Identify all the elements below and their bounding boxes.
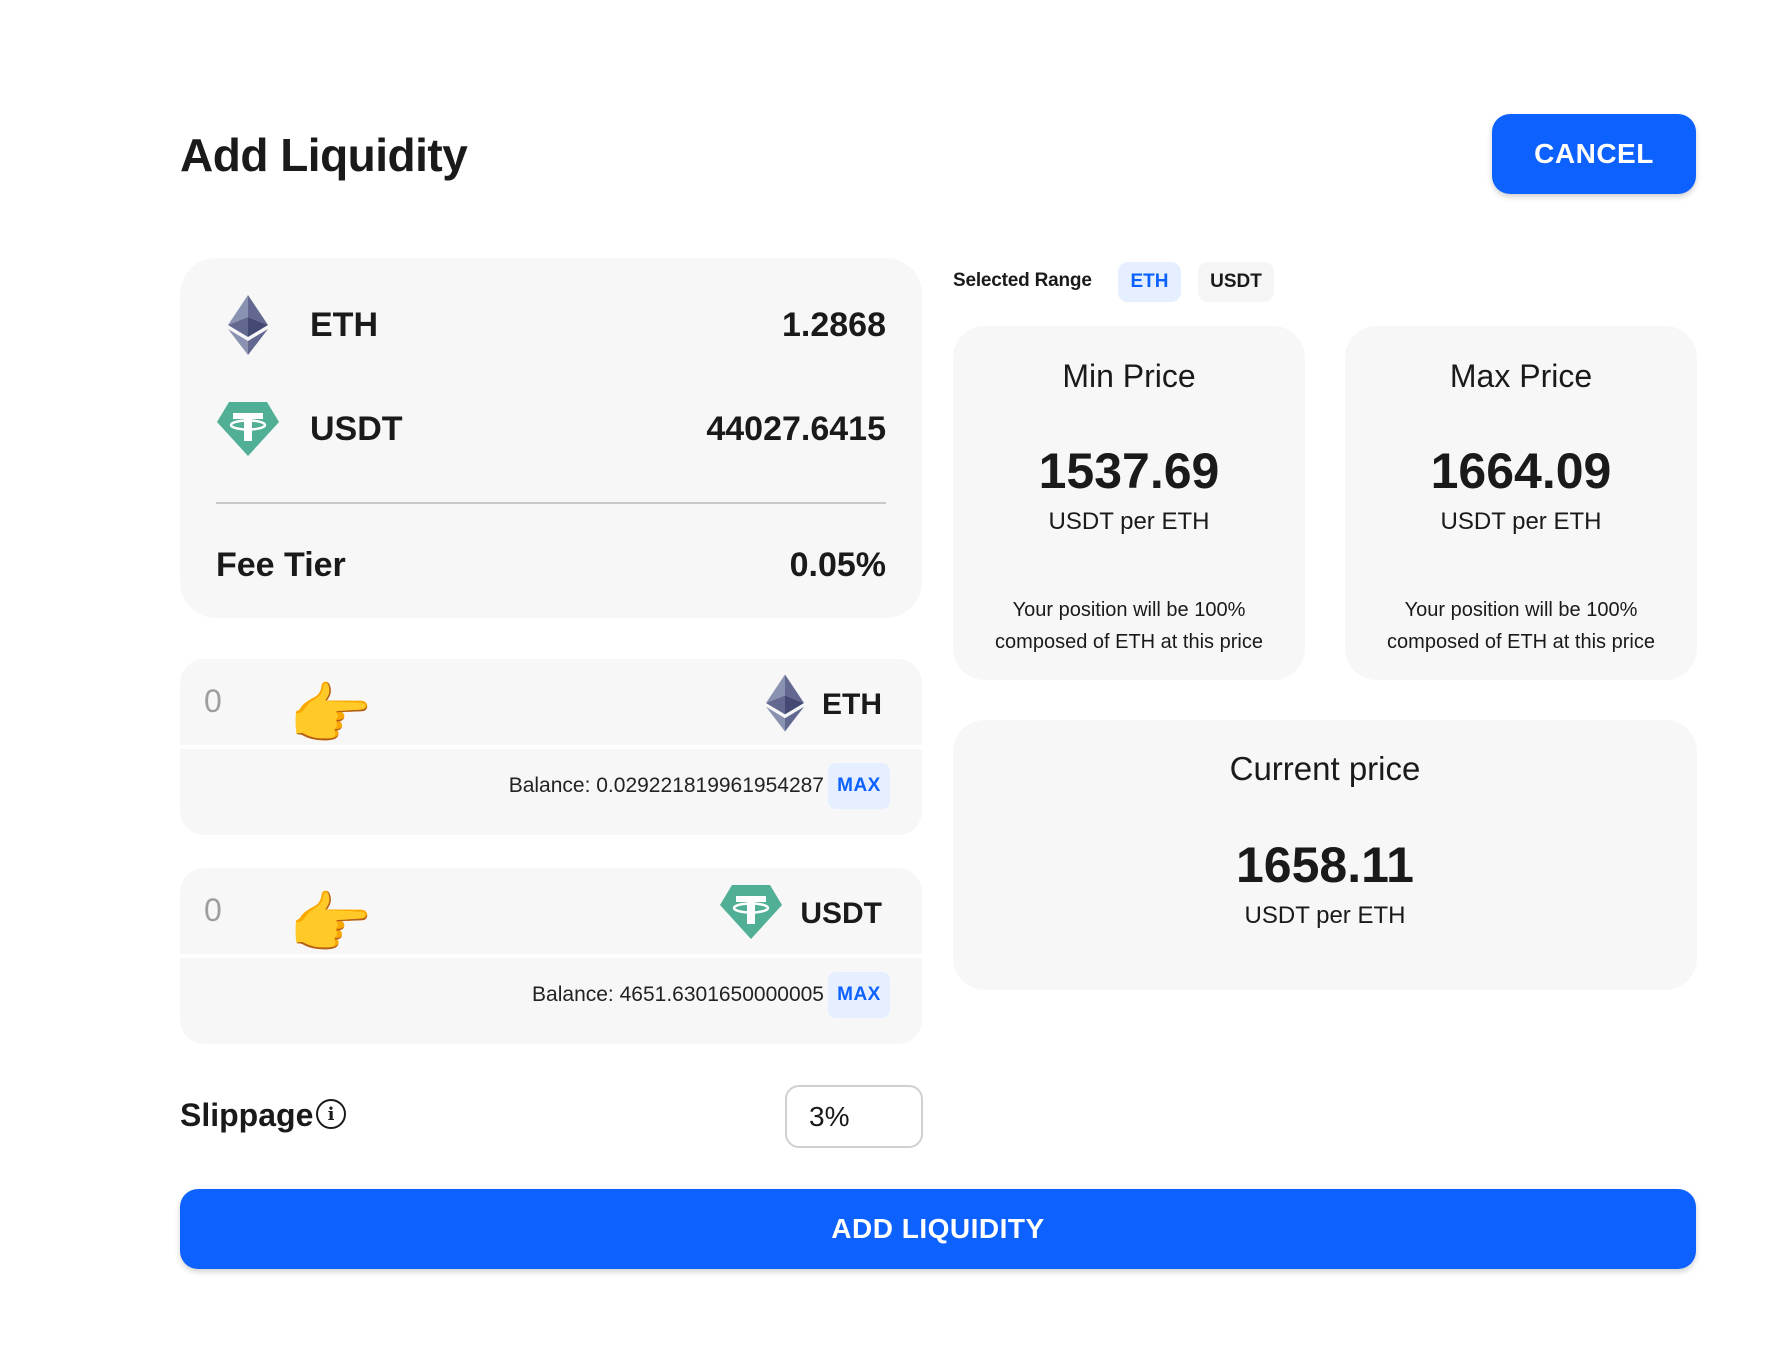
usdt-amount-input[interactable] (204, 892, 284, 929)
min-price-note: Your position will be 100% composed of E… (983, 594, 1275, 658)
ethereum-icon (216, 293, 280, 357)
balance-row: Balance: 0.029221819961954287 MAX (509, 763, 890, 809)
min-price-unit: USDT per ETH (1048, 508, 1210, 535)
pair-summary-card: ETH 1.2868 USDT 44027.6415 Fee Tier 0.05… (180, 258, 922, 618)
current-price-unit: USDT per ETH (1244, 902, 1406, 929)
current-price-card: Current price 1658.11 USDT per ETH (953, 720, 1697, 990)
fee-tier-value: 0.05% (789, 546, 886, 584)
summary-token-symbol: USDT (310, 409, 403, 448)
max-price-unit: USDT per ETH (1440, 508, 1602, 535)
slippage-label: Slippage (180, 1097, 314, 1133)
summary-divider (216, 502, 886, 504)
max-price-note-line: composed of ETH at this price (1387, 631, 1655, 653)
deposit-token-usdt: USDT (720, 884, 882, 944)
deposit-input-area: 👉 USDT (180, 868, 922, 958)
summary-token-symbol: ETH (310, 305, 378, 344)
min-price-value: 1537.69 (1038, 443, 1220, 499)
current-price-value: 1658.11 (1236, 837, 1414, 893)
max-price-note-line: Your position will be 100% (1404, 599, 1638, 621)
fee-tier-label: Fee Tier (216, 546, 346, 584)
min-price-heading: Min Price (1062, 358, 1196, 394)
balance-text: Balance: 0.029221819961954287 (508, 774, 824, 797)
range-tab-eth[interactable]: ETH (1118, 262, 1181, 302)
info-icon[interactable]: i (316, 1099, 346, 1129)
balance-row: Balance: 4651.6301650000005 MAX (532, 972, 890, 1018)
deposit-box-eth: 👉 ETH Balance: 0.029221819961954287 MAX (180, 659, 922, 835)
max-button-usdt[interactable]: MAX (828, 972, 890, 1018)
eth-amount-input[interactable] (204, 683, 284, 720)
min-price-note-line: Your position will be 100% (1012, 599, 1246, 621)
max-price-note: Your position will be 100% composed of E… (1375, 594, 1667, 658)
add-liquidity-button[interactable]: ADD LIQUIDITY (180, 1189, 1696, 1269)
current-price-heading: Current price (1229, 750, 1421, 787)
summary-row-eth: ETH 1.2868 (216, 290, 886, 360)
deposit-token-symbol: ETH (822, 688, 882, 721)
cancel-button[interactable]: CANCEL (1492, 114, 1696, 194)
deposit-token-symbol: USDT (800, 897, 882, 930)
deposit-token-eth: ETH (766, 674, 882, 737)
max-price-value: 1664.09 (1430, 443, 1612, 499)
summary-token-amount: 44027.6415 (706, 409, 886, 448)
deposit-input-area: 👉 ETH (180, 659, 922, 749)
slippage-input[interactable] (785, 1085, 923, 1148)
pointing-hand-icon: 👉 (288, 886, 373, 962)
range-tab-usdt[interactable]: USDT (1198, 262, 1274, 302)
summary-row-usdt: USDT 44027.6415 (216, 394, 886, 464)
tether-icon (720, 884, 783, 944)
max-button-eth[interactable]: MAX (828, 763, 890, 809)
min-price-card: Min Price 1537.69 USDT per ETH Your posi… (953, 326, 1305, 680)
summary-token-amount: 1.2868 (782, 305, 886, 344)
balance-text: Balance: 4651.6301650000005 (532, 983, 824, 1006)
fee-tier-row: Fee Tier 0.05% (216, 546, 886, 585)
ethereum-icon (766, 674, 804, 737)
max-price-heading: Max Price (1449, 358, 1593, 394)
deposit-box-usdt: 👉 USDT Balance: 4651.6301650000005 MAX (180, 868, 922, 1044)
page-title: Add Liquidity (180, 129, 468, 181)
selected-range-label: Selected Range (953, 270, 1092, 291)
max-price-card: Max Price 1664.09 USDT per ETH Your posi… (1345, 326, 1697, 680)
min-price-note-line: composed of ETH at this price (995, 631, 1263, 653)
tether-icon (216, 397, 280, 461)
pointing-hand-icon: 👉 (288, 677, 373, 753)
